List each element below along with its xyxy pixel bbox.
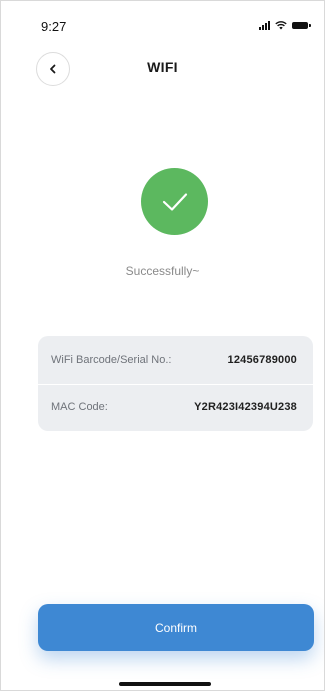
- info-row-mac: MAC Code: Y2R423I42394U238: [51, 397, 297, 417]
- info-card: WiFi Barcode/Serial No.: 12456789000 MAC…: [38, 336, 313, 431]
- status-icons: [259, 20, 311, 30]
- serial-label: WiFi Barcode/Serial No.:: [51, 354, 172, 366]
- home-indicator[interactable]: [119, 682, 211, 686]
- info-divider: [38, 384, 313, 385]
- signal-icon: [259, 20, 270, 30]
- info-row-serial: WiFi Barcode/Serial No.: 12456789000: [51, 350, 297, 370]
- wifi-icon: [275, 21, 287, 30]
- status-time: 9:27: [41, 19, 67, 34]
- checkmark-icon: [162, 192, 187, 211]
- page-title: WIFI: [147, 59, 178, 75]
- wifi-success-screen: 9:27 WIFI Successfully~ WiFi Barcode/Ser…: [0, 0, 325, 691]
- battery-icon: [292, 21, 311, 29]
- mac-label: MAC Code:: [51, 401, 108, 413]
- success-badge: [141, 168, 208, 235]
- success-message: Successfully~: [125, 264, 200, 278]
- serial-value: 12456789000: [227, 354, 297, 366]
- confirm-button[interactable]: Confirm: [38, 604, 314, 651]
- status-bar: 9:27: [1, 1, 324, 41]
- mac-value: Y2R423I42394U238: [194, 401, 297, 413]
